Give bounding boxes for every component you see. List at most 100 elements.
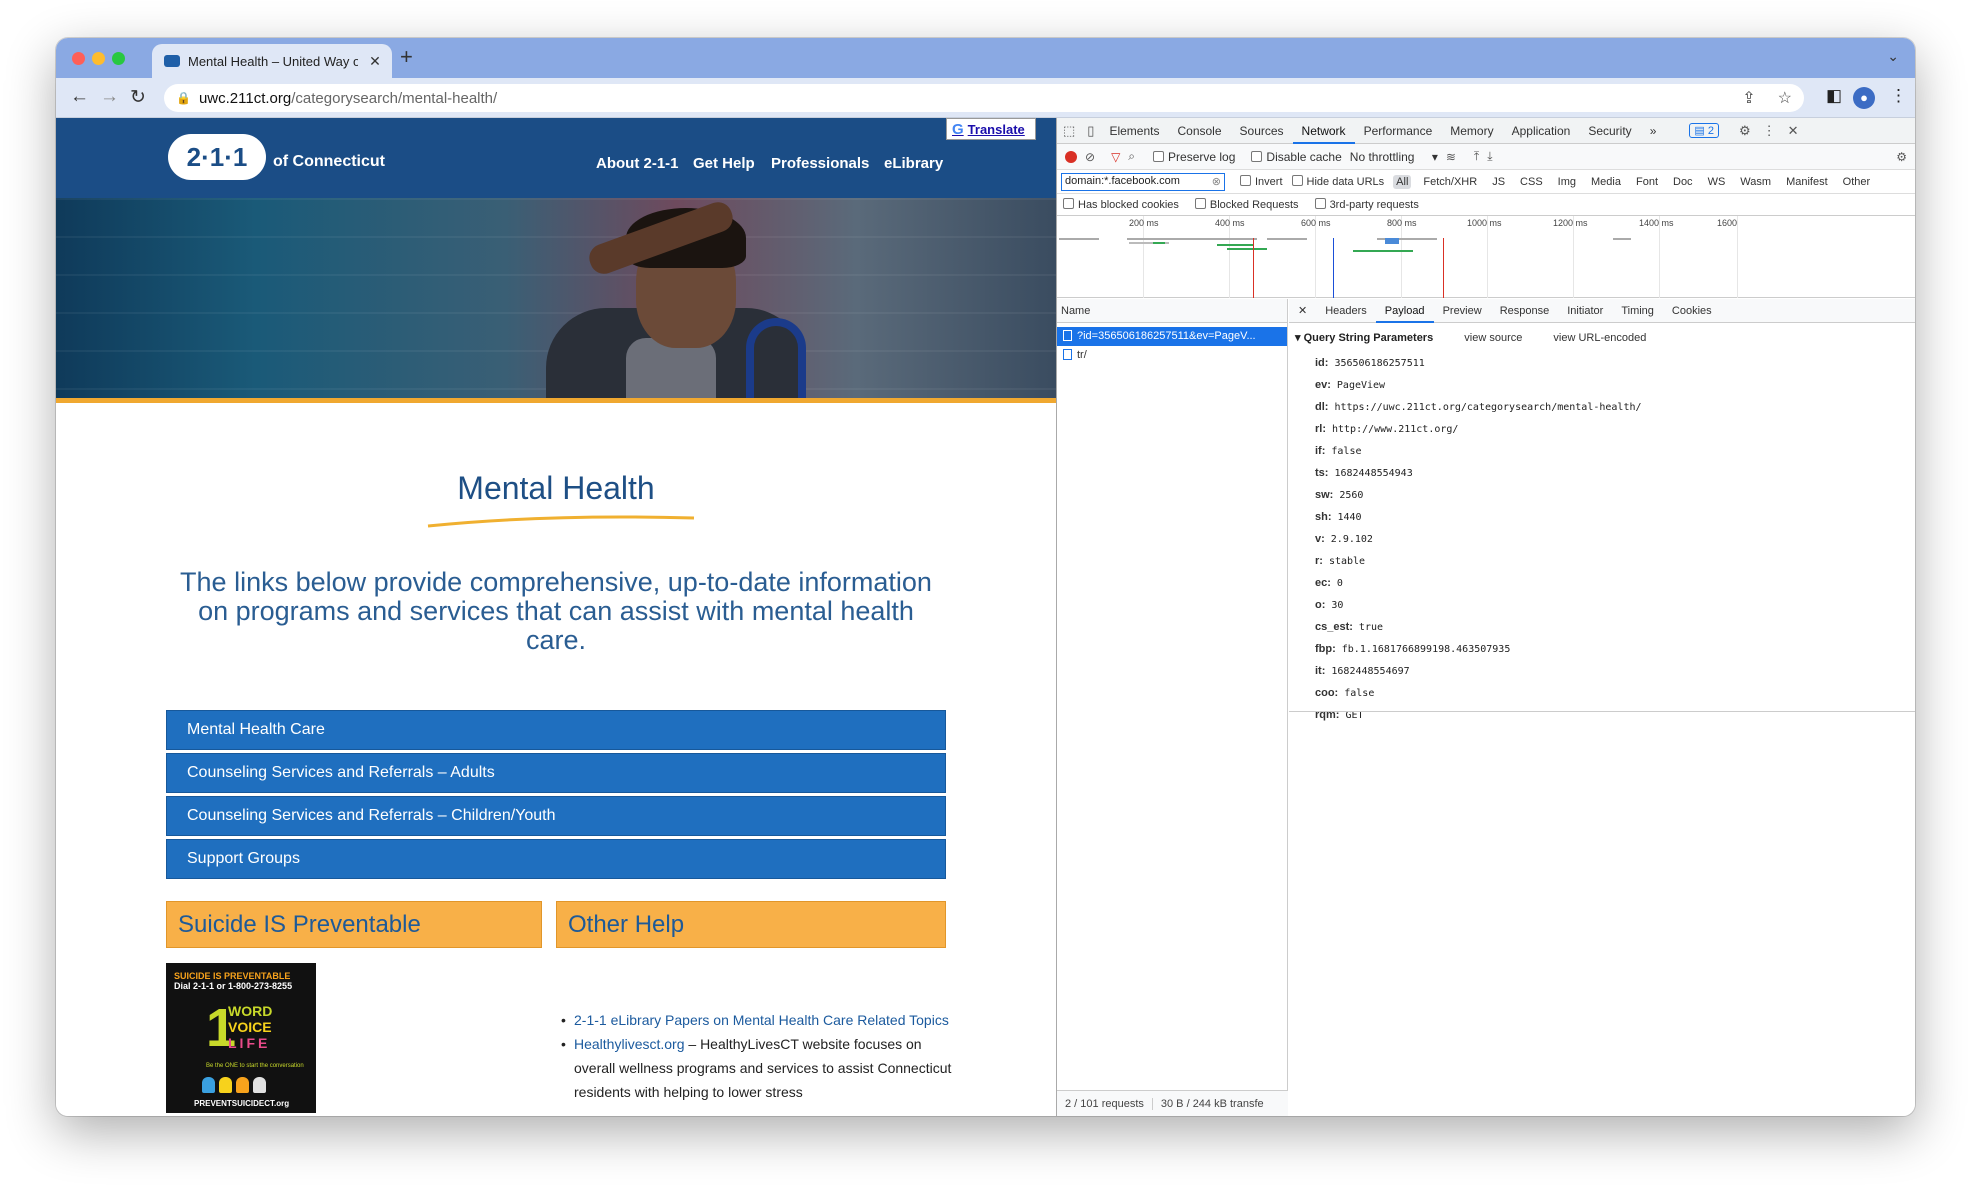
tab-timing[interactable]: Timing [1612, 299, 1663, 323]
query-param-row[interactable]: ec: 0 [1315, 572, 1642, 594]
minimize-window-button[interactable] [92, 52, 105, 65]
query-param-row[interactable]: r: stable [1315, 550, 1642, 572]
settings-gear-icon[interactable]: ⚙ [1733, 123, 1757, 139]
query-param-row[interactable]: it: 1682448554697 [1315, 660, 1642, 682]
suicide-prevention-poster[interactable]: SUICIDE IS PREVENTABLE Dial 2-1-1 or 1-8… [166, 963, 316, 1113]
invert-checkbox[interactable]: Invert [1240, 175, 1283, 188]
tab-response[interactable]: Response [1491, 299, 1559, 323]
type-img[interactable]: Img [1555, 175, 1579, 189]
network-conditions-icon[interactable]: ≋ [1446, 150, 1456, 164]
hide-data-urls-checkbox[interactable]: Hide data URLs [1291, 175, 1384, 188]
tab-memory[interactable]: Memory [1441, 118, 1502, 144]
translate-button[interactable]: G Translate [946, 118, 1036, 140]
tab-payload[interactable]: Payload [1375, 299, 1434, 323]
side-panel-icon[interactable]: ◧ [1826, 86, 1842, 106]
tab-application[interactable]: Application [1503, 118, 1580, 144]
type-css[interactable]: CSS [1517, 175, 1546, 189]
tab-sources[interactable]: Sources [1231, 118, 1293, 144]
address-bar[interactable]: 🔒 uwc.211ct.org/categorysearch/mental-he… [164, 84, 1804, 112]
tab-security[interactable]: Security [1579, 118, 1640, 144]
import-har-icon[interactable]: ⤒ [1474, 149, 1479, 164]
type-media[interactable]: Media [1588, 175, 1624, 189]
profile-avatar-icon[interactable]: ● [1853, 87, 1875, 109]
query-param-row[interactable]: if: false [1315, 440, 1642, 462]
healthylivesct-link[interactable]: Healthylivesct.org [574, 1036, 685, 1052]
counseling-adults-button[interactable]: Counseling Services and Referrals – Adul… [166, 753, 946, 793]
type-doc[interactable]: Doc [1670, 175, 1696, 189]
request-row[interactable]: ?id=356506186257511&ev=PageV... [1057, 327, 1287, 346]
query-param-row[interactable]: rqm: GET [1315, 704, 1642, 726]
tab-initiator[interactable]: Initiator [1558, 299, 1612, 323]
type-ws[interactable]: WS [1705, 175, 1729, 189]
nav-about[interactable]: About 2-1-1 [596, 155, 679, 172]
query-param-row[interactable]: v: 2.9.102 [1315, 528, 1642, 550]
name-column-header[interactable]: Name [1057, 299, 1287, 323]
query-string-section[interactable]: ▾ Query String Parameters view source vi… [1295, 331, 1646, 344]
new-tab-button[interactable]: + [400, 44, 413, 70]
filter-icon[interactable]: ▽ [1111, 150, 1120, 164]
clear-icon[interactable]: ⊘ [1085, 150, 1095, 164]
browser-tab[interactable]: Mental Health – United Way of ✕ [152, 44, 392, 78]
close-window-button[interactable] [72, 52, 85, 65]
support-groups-button[interactable]: Support Groups [166, 839, 946, 879]
expand-triangle-icon[interactable]: ▾ [1295, 332, 1301, 344]
record-icon[interactable] [1065, 150, 1077, 163]
type-other[interactable]: Other [1840, 175, 1874, 189]
query-param-row[interactable]: dl: https://uwc.211ct.org/categorysearch/… [1315, 396, 1642, 418]
query-param-row[interactable]: id: 356506186257511 [1315, 352, 1642, 374]
clear-filter-icon[interactable]: ⊗ [1212, 175, 1221, 188]
blocked-requests-checkbox[interactable]: Blocked Requests [1194, 198, 1299, 211]
counseling-children-button[interactable]: Counseling Services and Referrals – Chil… [166, 796, 946, 836]
query-param-row[interactable]: cs_est: true [1315, 616, 1642, 638]
type-manifest[interactable]: Manifest [1783, 175, 1831, 189]
inspect-element-icon[interactable]: ⬚ [1057, 123, 1081, 139]
tab-network[interactable]: Network [1292, 118, 1355, 144]
query-param-row[interactable]: fbp: fb.1.1681766899198.463507935 [1315, 638, 1642, 660]
type-font[interactable]: Font [1633, 175, 1661, 189]
tab-elements[interactable]: Elements [1100, 118, 1168, 144]
export-har-icon[interactable]: ⤓ [1487, 149, 1492, 164]
nav-elibrary[interactable]: eLibrary [884, 155, 943, 172]
tab-console[interactable]: Console [1168, 118, 1230, 144]
view-url-encoded-link[interactable]: view URL-encoded [1553, 332, 1646, 344]
type-wasm[interactable]: Wasm [1737, 175, 1774, 189]
throttling-select[interactable]: No throttling ▾ [1350, 150, 1438, 164]
tab-search-chevron-icon[interactable]: ⌄ [1887, 48, 1899, 65]
query-param-row[interactable]: sh: 1440 [1315, 506, 1642, 528]
filter-input[interactable]: domain:*.facebook.com ⊗ [1061, 172, 1225, 191]
tab-cookies[interactable]: Cookies [1663, 299, 1721, 323]
disable-cache-checkbox[interactable]: Disable cache [1251, 150, 1342, 164]
browser-menu-icon[interactable]: ⋮ [1890, 86, 1907, 106]
query-param-row[interactable]: rl: http://www.211ct.org/ [1315, 418, 1642, 440]
search-icon[interactable]: ⌕ [1128, 149, 1135, 164]
elibrary-papers-link[interactable]: 2-1-1 eLibrary Papers on Mental Health C… [574, 1012, 949, 1028]
query-param-row[interactable]: ts: 1682448554943 [1315, 462, 1642, 484]
mental-health-care-button[interactable]: Mental Health Care [166, 710, 946, 750]
type-js[interactable]: JS [1489, 175, 1508, 189]
nav-get-help[interactable]: Get Help [693, 155, 755, 172]
share-icon[interactable]: ⇪ [1742, 88, 1755, 108]
has-blocked-cookies-checkbox[interactable]: Has blocked cookies [1063, 198, 1179, 211]
request-row[interactable]: tr/ [1057, 346, 1287, 365]
back-arrow-icon[interactable]: ← [70, 86, 89, 108]
issues-badge[interactable]: ▤ 2 [1689, 123, 1719, 138]
devtools-menu-icon[interactable]: ⋮ [1757, 123, 1782, 139]
forward-arrow-icon[interactable]: → [100, 86, 119, 108]
tab-headers[interactable]: Headers [1316, 299, 1376, 323]
nav-professionals[interactable]: Professionals [771, 155, 869, 172]
query-param-row[interactable]: ev: PageView [1315, 374, 1642, 396]
device-toolbar-icon[interactable]: ▯ [1081, 123, 1100, 139]
third-party-checkbox[interactable]: 3rd-party requests [1314, 198, 1419, 211]
preserve-log-checkbox[interactable]: Preserve log [1153, 150, 1235, 164]
close-detail-icon[interactable]: ✕ [1289, 299, 1316, 323]
query-param-row[interactable]: coo: false [1315, 682, 1642, 704]
view-source-link[interactable]: view source [1464, 332, 1522, 344]
type-fetch-xhr[interactable]: Fetch/XHR [1420, 175, 1480, 189]
more-tabs-icon[interactable]: » [1641, 118, 1666, 144]
type-all[interactable]: All [1393, 174, 1412, 189]
bookmark-star-icon[interactable]: ☆ [1778, 88, 1792, 108]
query-param-row[interactable]: sw: 2560 [1315, 484, 1642, 506]
timeline-overview[interactable]: 200 ms 400 ms 600 ms 800 ms 1000 ms 1200… [1057, 216, 1915, 298]
close-tab-icon[interactable]: ✕ [366, 53, 384, 70]
close-devtools-icon[interactable]: ✕ [1782, 123, 1805, 139]
